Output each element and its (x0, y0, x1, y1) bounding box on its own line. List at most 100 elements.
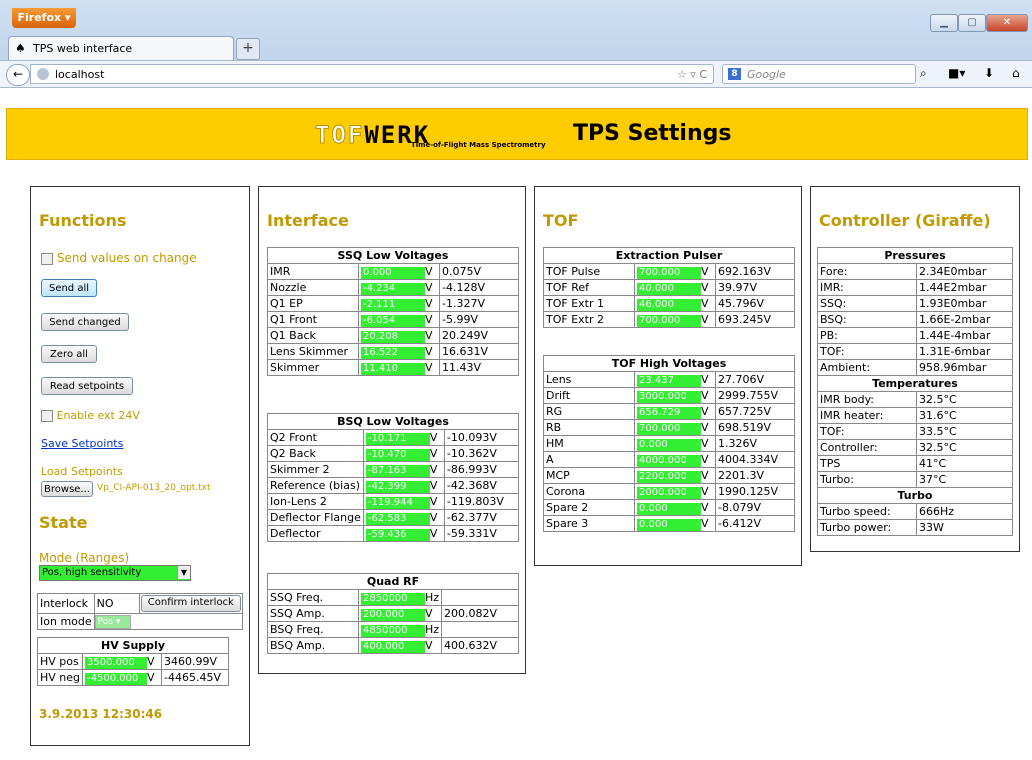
setpoint-input[interactable]: 11.410 (361, 362, 425, 375)
setpoint-input[interactable]: 200.000 (361, 608, 425, 621)
readback-value: 692.163V (715, 263, 795, 280)
readback-value: -119.803V (443, 493, 520, 510)
row-label: Corona (543, 483, 635, 500)
setpoint-input[interactable]: -6.054 (361, 314, 425, 327)
bsq-low-voltages-table: BSQ Low Voltages Q2 Front -10.171 V -10.093V… (267, 413, 520, 542)
setpoint-cell: 3000.000 V (634, 387, 716, 404)
setpoint-input[interactable]: 0.000 (637, 518, 701, 531)
hv-pos-setpoint-input[interactable]: 3500.000 (85, 656, 148, 669)
setpoint-input[interactable]: 46.000 (637, 298, 701, 311)
setpoint-input[interactable]: 400.000 (361, 640, 425, 653)
send-on-change-label: Send values on change (56, 251, 197, 265)
ion-mode-select[interactable]: Pos ▾ (95, 615, 131, 629)
readback-value: 20.249V (439, 327, 519, 344)
search-icon[interactable]: ⌕ (920, 66, 927, 81)
controller-panel: Controller (Giraffe) Pressures Fore: 2.34E… (810, 186, 1020, 552)
bookmarks-icon[interactable]: ■▾ (948, 66, 965, 80)
table-row: TOF Extr 2 700.000 V 693.245V (543, 311, 795, 328)
interlock-label: Interlock (37, 593, 95, 614)
setpoint-cell: 656.729 V (634, 403, 716, 420)
confirm-interlock-button[interactable]: Confirm interlock (140, 595, 241, 612)
zero-all-button[interactable]: Zero all (41, 345, 97, 363)
unit-label: V (429, 430, 438, 444)
table-row: RG 656.729 V 657.725V (543, 403, 795, 420)
unit-label: V (429, 478, 438, 492)
setpoint-input[interactable]: 0.000 (637, 438, 701, 451)
send-on-change-checkbox[interactable] (41, 252, 53, 265)
unit-label: V (425, 328, 433, 342)
save-setpoints-link[interactable]: Save Setpoints (41, 437, 123, 450)
unit-label: V (147, 670, 155, 684)
setpoint-input[interactable]: 16.522 (361, 346, 425, 359)
setpoint-input[interactable]: 23.437 (637, 374, 701, 387)
setpoint-input[interactable]: -119.944 (365, 496, 430, 509)
download-icon[interactable]: ⬇ (984, 66, 994, 80)
read-setpoints-button[interactable]: Read setpoints (41, 377, 133, 395)
setpoint-input[interactable]: 4000.000 (637, 454, 701, 467)
setpoint-input[interactable]: -62.583 (365, 512, 430, 525)
back-button[interactable]: ← (6, 64, 30, 86)
mode-select[interactable]: Pos, high sensitivity ▼ (39, 565, 191, 581)
tab-tps-web-interface[interactable]: ♠ TPS web interface (8, 36, 234, 61)
quad-rf-table: Quad RF SSQ Freq. 2850000 Hz SSQ Amp. 200.000… (267, 573, 519, 654)
chevron-down-icon[interactable]: ▼ (177, 566, 190, 579)
readback-value: -86.993V (443, 461, 520, 478)
home-icon[interactable]: ⌂ (1012, 66, 1020, 80)
setpoint-input[interactable]: 3000.000 (637, 390, 701, 403)
unit-label: V (429, 510, 438, 524)
setpoint-input[interactable]: -2.111 (361, 298, 425, 311)
search-engine-icon[interactable]: 8 (728, 68, 741, 80)
setpoint-input[interactable]: 700.000 (637, 266, 701, 279)
close-window-button[interactable]: ✕ (986, 14, 1028, 32)
setpoint-input[interactable]: 700.000 (637, 422, 701, 435)
functions-heading: Functions (39, 211, 127, 230)
setpoint-input[interactable]: 40.000 (637, 282, 701, 295)
table-row: PB: 1.44E-4mbar (817, 327, 1013, 344)
setpoint-input[interactable]: 2850000 (361, 592, 425, 605)
setpoint-input[interactable]: -42.399 (365, 480, 430, 493)
new-tab-button[interactable]: + (236, 38, 260, 60)
setpoint-input[interactable]: 656.729 (637, 406, 701, 419)
setpoint-input[interactable]: 700.000 (637, 314, 701, 327)
setpoint-input[interactable]: 0.000 (637, 502, 701, 515)
setpoint-input[interactable]: -4.234 (361, 282, 425, 295)
enable-24v-option[interactable]: Enable ext 24V (41, 409, 140, 422)
setpoint-input[interactable]: 2000.000 (637, 486, 701, 499)
table-row: Lens Skimmer 16.522 V 16.631V (267, 343, 519, 360)
row-label: Spare 2 (543, 499, 635, 516)
send-all-button[interactable]: Send all (41, 279, 97, 297)
setpoint-cell: 700.000 V (634, 263, 716, 280)
hv-neg-setpoint-input[interactable]: -4500.000 (85, 672, 148, 685)
hv-neg-readback: -4465.45V (161, 669, 229, 686)
firefox-menu-button[interactable]: Firefox ▾ (12, 8, 76, 28)
setpoint-input[interactable]: -59.436 (365, 528, 430, 541)
table-row: SSQ Amp. 200.000 V 200.082V (267, 605, 519, 622)
minimize-button[interactable]: ▁ (930, 14, 958, 32)
bookmark-star-icon[interactable]: ☆ ▿ C (677, 68, 707, 81)
setpoint-input[interactable]: 4850000 (361, 624, 425, 637)
site-identity-icon[interactable] (37, 68, 49, 80)
setpoint-input[interactable]: 20.208 (361, 330, 425, 343)
setpoint-input[interactable]: -10.470 (365, 448, 430, 461)
send-on-change-option[interactable]: Send values on change (41, 251, 197, 265)
send-changed-button[interactable]: Send changed (41, 313, 129, 331)
enable-24v-label: Enable ext 24V (56, 409, 140, 422)
setpoint-input[interactable]: 2200.000 (637, 470, 701, 483)
maximize-button[interactable]: ▢ (958, 14, 986, 32)
state-heading: State (39, 513, 88, 532)
readback-value: 657.725V (715, 403, 795, 420)
url-bar[interactable]: localhost ☆ ▿ C (30, 64, 714, 84)
setpoint-cell: -2.111 V (358, 295, 440, 312)
controller-heading: Controller (Giraffe) (819, 211, 991, 230)
setpoint-input[interactable]: 0.000 (361, 266, 425, 279)
browse-button[interactable]: Browse... (41, 481, 93, 497)
setpoint-input[interactable]: -87.163 (365, 464, 430, 477)
enable-24v-checkbox[interactable] (41, 410, 53, 422)
table-row: Q2 Front -10.171 V -10.093V (267, 429, 520, 446)
search-box[interactable]: 8 Google (722, 64, 916, 84)
setpoint-input[interactable]: -10.171 (365, 432, 430, 445)
row-label: Lens Skimmer (267, 343, 359, 360)
row-label: TOF Extr 1 (543, 295, 635, 312)
row-value: 666Hz (916, 503, 1013, 520)
table-header-row: Quad RF (267, 573, 519, 590)
